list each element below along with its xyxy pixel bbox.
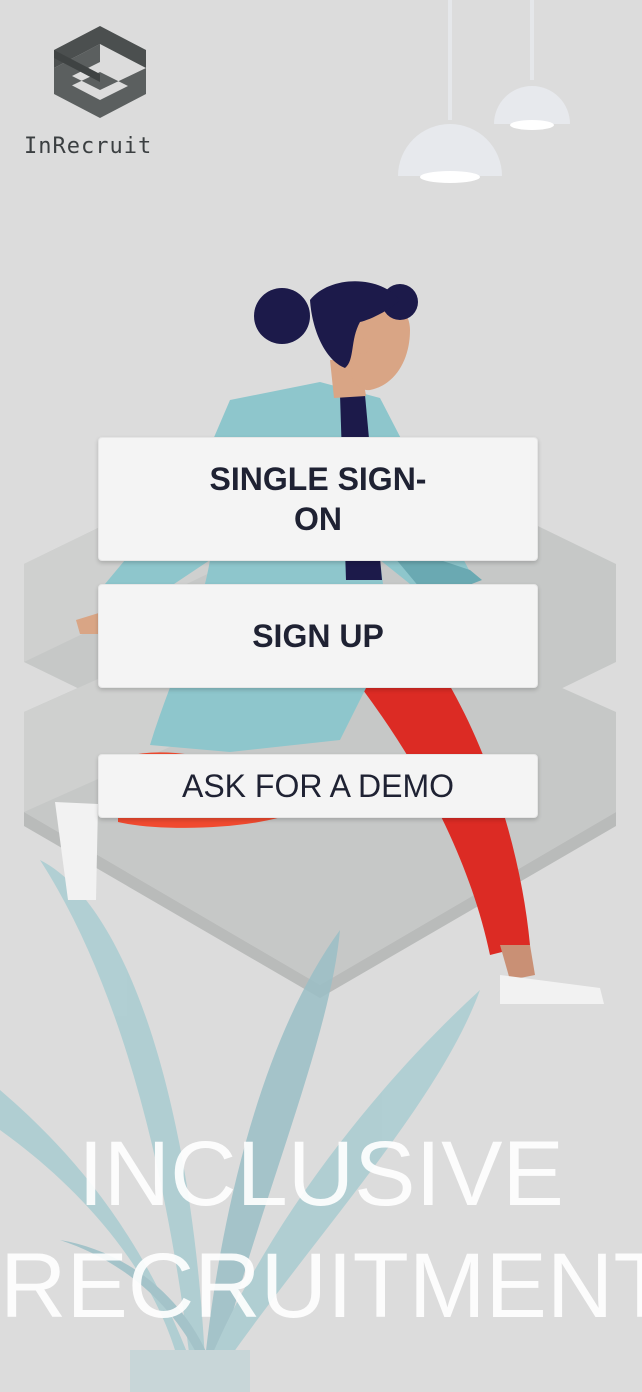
pendant-lamp-icon bbox=[398, 0, 570, 183]
single-sign-on-button[interactable]: SINGLE SIGN-ON bbox=[98, 437, 538, 561]
tagline-line-1: INCLUSIVE bbox=[78, 1123, 564, 1225]
ask-for-demo-button[interactable]: ASK FOR A DEMO bbox=[98, 754, 538, 818]
single-sign-on-label: SINGLE SIGN-ON bbox=[209, 461, 427, 537]
sign-up-button[interactable]: SIGN UP bbox=[98, 584, 538, 688]
logo-text: InRecruit bbox=[24, 134, 153, 159]
inrecruit-logo-icon bbox=[54, 26, 146, 118]
sign-up-label: SIGN UP bbox=[252, 617, 384, 654]
tagline-line-2: RECRUITMENT bbox=[0, 1235, 642, 1337]
ask-for-demo-label: ASK FOR A DEMO bbox=[181, 767, 455, 804]
app-logo: InRecruit bbox=[24, 22, 184, 172]
login-screen: InRecruit SINGLE SIGN-ON SIGN UP ASK FOR… bbox=[0, 0, 642, 1392]
tagline: INCLUSIVE RECRUITMENT bbox=[0, 1118, 642, 1342]
